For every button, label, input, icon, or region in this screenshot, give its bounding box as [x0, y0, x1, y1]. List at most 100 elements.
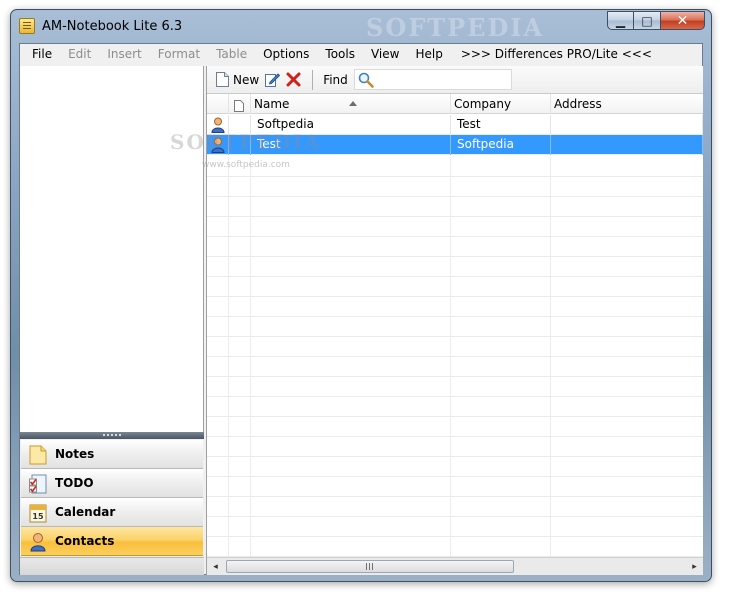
- empty-grid-cell-divider: [250, 477, 251, 497]
- empty-grid-cell-divider: [550, 477, 551, 497]
- menu-edit[interactable]: Edit: [60, 44, 99, 65]
- calendar-icon: 15: [29, 503, 47, 523]
- nav-contacts[interactable]: Contacts: [21, 527, 203, 556]
- calendar-day-number: 15: [32, 512, 44, 521]
- toolbar-separator: [312, 69, 314, 90]
- empty-grid-row: [207, 457, 703, 477]
- caption-buttons: ▁ □ ✕: [607, 11, 705, 30]
- contacts-grid[interactable]: Name Company Address Softpedia Test Test…: [207, 94, 703, 557]
- empty-grid-cell-divider: [450, 217, 451, 237]
- header-attachment-column[interactable]: [229, 94, 251, 114]
- row-icon-cell: [207, 115, 229, 135]
- row-name: Test: [251, 135, 451, 155]
- table-row[interactable]: Test Softpedia: [207, 135, 703, 155]
- edit-pencil-icon: [265, 72, 281, 87]
- empty-grid-row: [207, 377, 703, 397]
- empty-grid-cell-divider: [250, 337, 251, 357]
- empty-grid-row: [207, 217, 703, 237]
- menu-format[interactable]: Format: [150, 44, 208, 65]
- empty-grid-cell-divider: [228, 237, 229, 257]
- menu-insert[interactable]: Insert: [99, 44, 149, 65]
- title-bar[interactable]: AM-Notebook Lite 6.3 SOFTPEDIA ▁ □ ✕: [11, 10, 711, 43]
- new-contact-button[interactable]: New: [213, 69, 262, 91]
- empty-grid-cell-divider: [450, 257, 451, 277]
- empty-grid-cell-divider: [550, 397, 551, 417]
- header-name-label: Name: [254, 97, 290, 111]
- maximize-button[interactable]: □: [634, 11, 661, 30]
- empty-grid-cell-divider: [550, 217, 551, 237]
- menu-options[interactable]: Options: [255, 44, 317, 65]
- menu-table[interactable]: Table: [208, 44, 255, 65]
- minimize-button[interactable]: ▁: [607, 11, 634, 30]
- new-document-icon: [216, 72, 229, 87]
- pane-splitter[interactable]: [20, 432, 204, 439]
- empty-grid-cell-divider: [550, 437, 551, 457]
- empty-grid-cell-divider: [450, 277, 451, 297]
- empty-grid-row: [207, 197, 703, 217]
- grip-icon: [366, 563, 374, 570]
- empty-grid-cell-divider: [250, 537, 251, 557]
- empty-grid-cell-divider: [250, 437, 251, 457]
- edit-contact-button[interactable]: [262, 69, 283, 91]
- contact-person-icon: [211, 117, 225, 135]
- empty-grid-row: [207, 357, 703, 377]
- nav-footer: [20, 557, 204, 575]
- empty-grid-cell-divider: [550, 317, 551, 337]
- header-address[interactable]: Address: [551, 94, 703, 114]
- scroll-right-arrow-icon[interactable]: ▸: [686, 558, 703, 575]
- sort-ascending-icon: [349, 101, 357, 106]
- empty-grid-cell-divider: [450, 517, 451, 537]
- menu-help[interactable]: Help: [407, 44, 450, 65]
- empty-grid-cell-divider: [450, 297, 451, 317]
- empty-grid-cell-divider: [228, 197, 229, 217]
- nav-calendar[interactable]: 15 Calendar: [21, 498, 203, 527]
- empty-grid-row: [207, 157, 703, 177]
- grid-header: Name Company Address: [207, 94, 703, 114]
- empty-grid-cell-divider: [228, 537, 229, 557]
- close-button[interactable]: ✕: [661, 11, 705, 30]
- header-name[interactable]: Name: [251, 94, 451, 114]
- app-window: AM-Notebook Lite 6.3 SOFTPEDIA ▁ □ ✕ Fil…: [10, 9, 712, 582]
- header-company[interactable]: Company: [451, 94, 551, 114]
- menu-bar: File Edit Insert Format Table Options To…: [20, 44, 702, 65]
- empty-grid-cell-divider: [228, 157, 229, 177]
- empty-grid-cell-divider: [550, 377, 551, 397]
- empty-grid-cell-divider: [228, 217, 229, 237]
- nav-notes[interactable]: Notes: [21, 440, 203, 469]
- menu-differences-pro-lite[interactable]: >>> Differences PRO/Lite <<<: [453, 44, 660, 65]
- empty-grid-cell-divider: [450, 537, 451, 557]
- contact-person-icon: [211, 137, 225, 155]
- find-input[interactable]: [353, 69, 512, 91]
- app-notebook-icon[interactable]: [19, 18, 35, 34]
- delete-contact-button[interactable]: [283, 69, 304, 91]
- header-icon-column[interactable]: [207, 94, 229, 114]
- empty-grid-row: [207, 537, 703, 557]
- empty-grid-cell-divider: [250, 377, 251, 397]
- empty-grid-cell-divider: [550, 497, 551, 517]
- empty-grid-row: [207, 437, 703, 457]
- empty-grid-row: [207, 337, 703, 357]
- row-icon-cell: [207, 135, 229, 155]
- menu-view[interactable]: View: [363, 44, 407, 65]
- search-icon[interactable]: [358, 72, 374, 91]
- menu-tools[interactable]: Tools: [317, 44, 363, 65]
- folder-tree[interactable]: [20, 66, 204, 432]
- nav-calendar-label: Calendar: [55, 505, 116, 519]
- empty-grid-cell-divider: [228, 337, 229, 357]
- scroll-left-arrow-icon[interactable]: ◂: [207, 558, 224, 575]
- scrollbar-thumb[interactable]: [226, 560, 514, 573]
- empty-grid-cell-divider: [550, 157, 551, 177]
- empty-grid-cell-divider: [450, 317, 451, 337]
- empty-grid-cell-divider: [450, 357, 451, 377]
- menu-file[interactable]: File: [24, 44, 60, 65]
- horizontal-scrollbar[interactable]: ◂ ▸: [207, 557, 703, 575]
- table-row[interactable]: Softpedia Test: [207, 115, 703, 135]
- empty-grid-cell-divider: [450, 337, 451, 357]
- empty-grid-cell-divider: [250, 517, 251, 537]
- empty-grid-cell-divider: [550, 357, 551, 377]
- header-company-label: Company: [454, 97, 512, 111]
- nav-todo[interactable]: TODO: [21, 469, 203, 498]
- row-company: Softpedia: [451, 135, 551, 155]
- empty-grid-row: [207, 417, 703, 437]
- row-attachment-cell: [229, 135, 251, 155]
